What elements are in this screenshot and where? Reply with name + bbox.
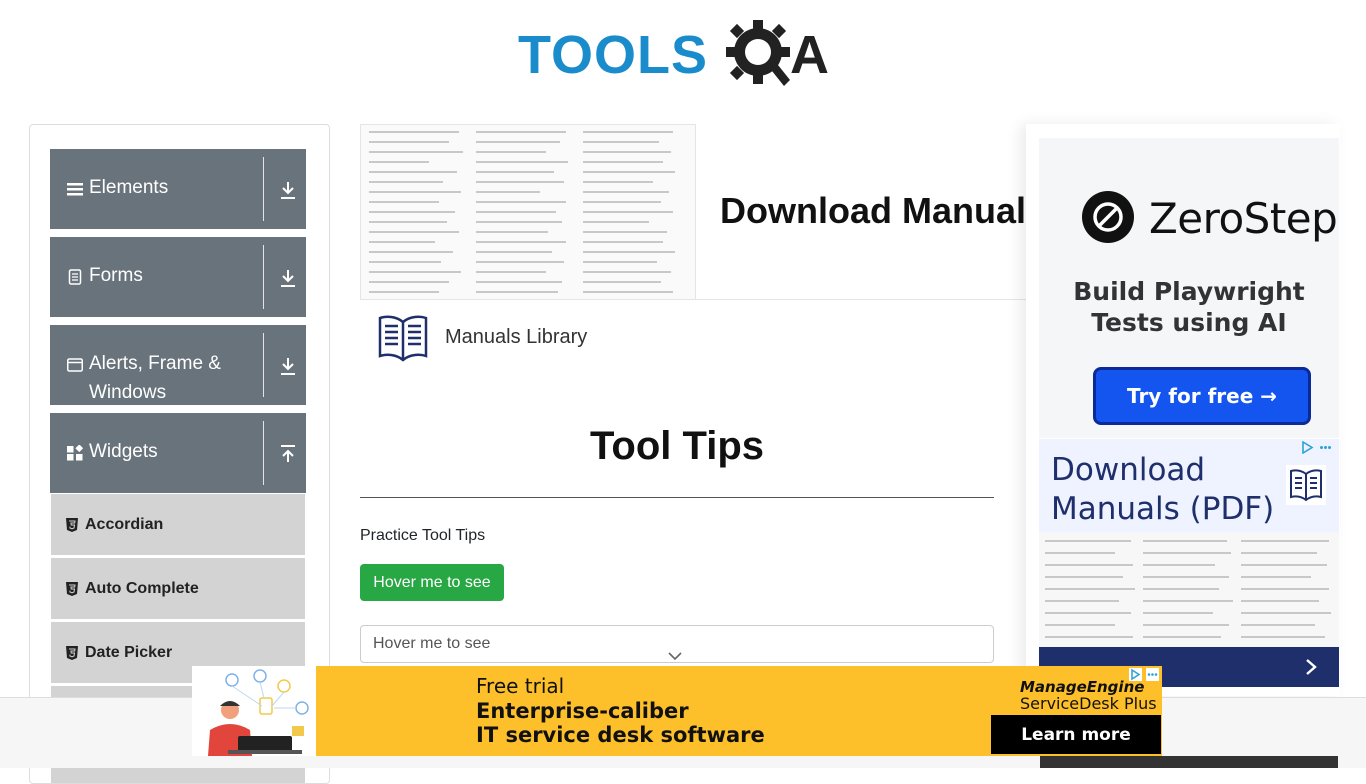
group-label-line2: Windows [89, 382, 167, 403]
download-arrow-icon[interactable] [279, 356, 297, 376]
manuals-thumbnail [1039, 532, 1339, 648]
menu-item-label: Date Picker [85, 644, 173, 661]
group-header-forms[interactable]: Forms [50, 237, 306, 317]
divider [263, 421, 264, 485]
book-icon [378, 315, 428, 362]
zerostep-brand: ZeroStep [1149, 194, 1338, 243]
adchoices-icon[interactable] [1129, 668, 1142, 681]
menu-item-label: Auto Complete [85, 580, 199, 597]
tagline-line2: Tests using AI [1091, 308, 1287, 337]
site-header: TOOLS A [0, 0, 1366, 110]
gear-magnifier-icon [726, 20, 790, 86]
more-options-icon[interactable] [1319, 441, 1332, 454]
html5-icon [66, 646, 78, 660]
html5-icon [66, 518, 78, 532]
title-line2: Manuals (PDF) [1051, 491, 1275, 527]
tagline-line1: Build Playwright [1073, 277, 1305, 306]
divider [263, 245, 264, 309]
banner-headline-2: IT service desk software [476, 723, 765, 747]
title-line1: Download [1051, 452, 1206, 488]
divider [263, 333, 264, 397]
widgets-icon [67, 445, 83, 461]
logo-text: TOOLS [518, 25, 709, 85]
chevron-right-icon[interactable] [1305, 659, 1317, 675]
toolsqa-logo[interactable]: TOOLS A [518, 18, 840, 90]
banner-trial: Free trial [476, 674, 565, 698]
download-arrow-icon[interactable] [279, 268, 297, 288]
group-header-elements[interactable]: Elements [50, 149, 306, 229]
group-label: Forms [89, 265, 143, 286]
try-for-free-button[interactable]: Try for free → [1093, 367, 1311, 425]
upload-arrow-icon[interactable] [279, 444, 297, 464]
chevron-down-icon[interactable] [668, 651, 682, 661]
zerostep-ad[interactable]: ZeroStep Build Playwright Tests using AI… [1039, 138, 1339, 438]
banner-product: ServiceDesk Plus [1020, 694, 1157, 713]
ad-title[interactable]: Download Manuals [720, 190, 1046, 232]
divider [360, 497, 994, 498]
more-options-icon[interactable] [1146, 668, 1159, 681]
divider [696, 299, 1026, 300]
group-label: Elements [89, 177, 169, 198]
learn-more-button[interactable]: Learn more [991, 715, 1161, 754]
illustration-person-laptop [192, 666, 316, 756]
window-icon [67, 358, 83, 372]
group-header-alerts[interactable]: Alerts, Frame & Windows [50, 325, 306, 405]
manuals-pdf-ad[interactable]: Download Manuals (PDF) [1039, 439, 1339, 532]
document-icon [68, 269, 82, 285]
manuals-pdf-title: Download Manuals (PDF) [1051, 451, 1274, 529]
right-ad-panel[interactable]: ZeroStep Build Playwright Tests using AI… [1026, 124, 1340, 696]
menu-item-auto-complete[interactable]: Auto Complete [51, 558, 305, 620]
practice-label: Practice Tool Tips [360, 527, 486, 544]
zerostep-logo-icon [1082, 191, 1134, 243]
group-label-line1: Alerts, Frame & [89, 353, 221, 374]
manuals-ad-thumbnail[interactable] [360, 124, 696, 300]
html5-icon [66, 582, 78, 596]
book-icon [1286, 465, 1326, 505]
divider [263, 157, 264, 221]
video-ad-peek [1040, 756, 1338, 768]
page-title: Tool Tips [589, 424, 765, 468]
group-label: Widgets [89, 441, 158, 462]
servicedesk-banner-ad[interactable]: Free trial Enterprise-caliber IT service… [192, 666, 1162, 756]
download-arrow-icon[interactable] [279, 180, 297, 200]
menu-item-label: Accordian [85, 516, 164, 533]
hamburger-icon [67, 183, 83, 196]
banner-headline-1: Enterprise-caliber [476, 699, 689, 723]
ad-library-label[interactable]: Manuals Library [445, 326, 587, 349]
logo-letter: A [790, 25, 829, 85]
adchoices-icon[interactable] [1301, 441, 1314, 454]
zerostep-tagline: Build Playwright Tests using AI [1039, 276, 1339, 338]
menu-item-accordian[interactable]: Accordian [51, 494, 305, 556]
group-header-widgets[interactable]: Widgets [50, 413, 306, 493]
hover-button[interactable]: Hover me to see [360, 564, 504, 601]
